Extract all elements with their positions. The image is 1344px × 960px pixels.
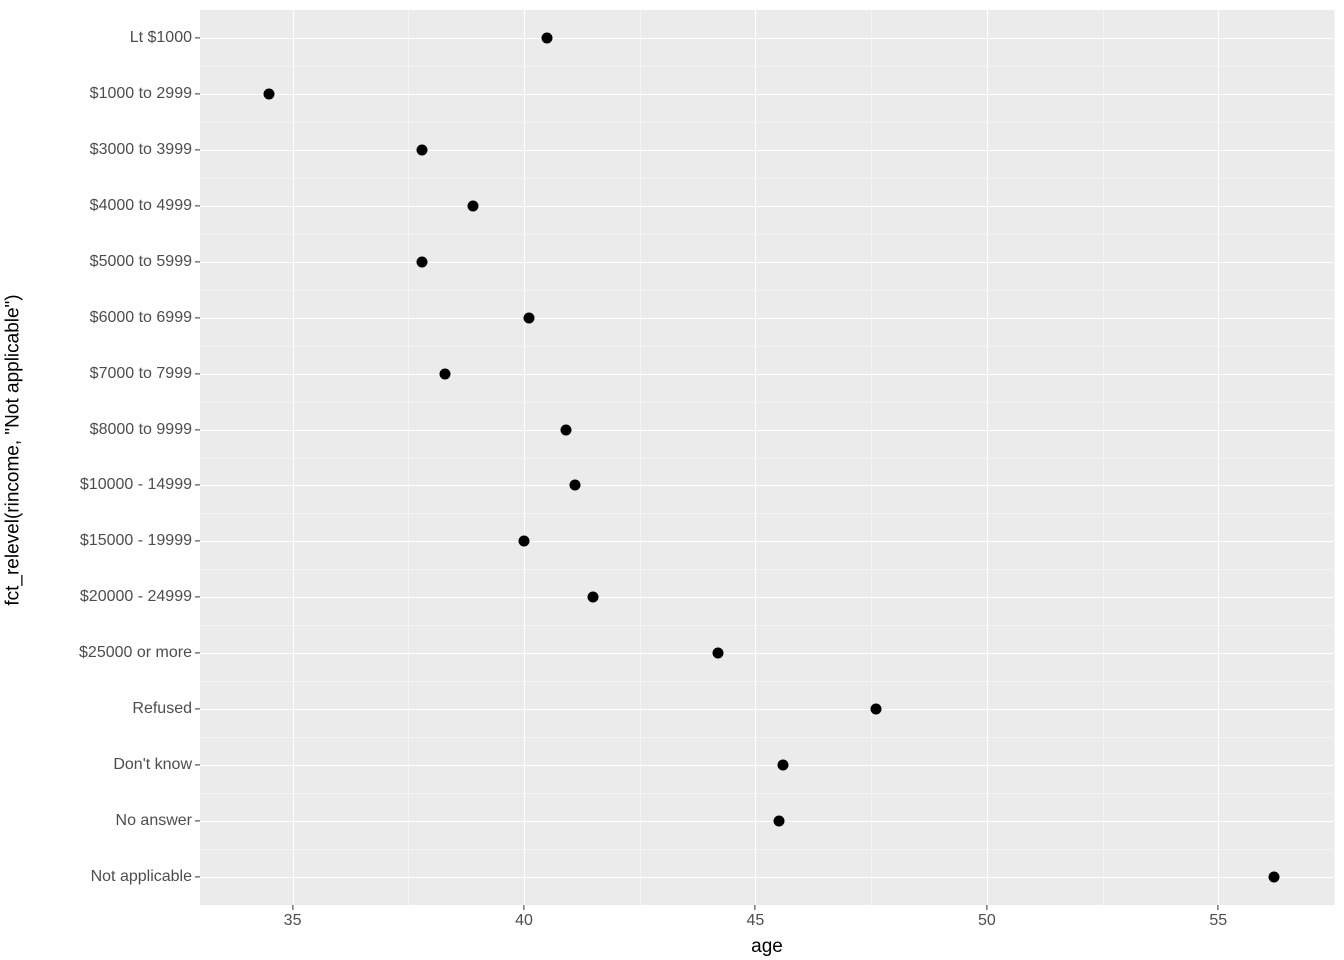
- grid-v-minor: [1334, 10, 1335, 905]
- data-point: [560, 424, 571, 435]
- y-tick-label: Lt $1000: [130, 29, 200, 47]
- data-point: [417, 144, 428, 155]
- y-tick-label: $5000 to 5999: [90, 253, 200, 271]
- y-tick-label: $3000 to 3999: [90, 141, 200, 159]
- grid-h-major: [200, 262, 1334, 263]
- data-point: [440, 368, 451, 379]
- x-axis-title: age: [200, 936, 1334, 958]
- grid-h-major: [200, 485, 1334, 486]
- grid-h-minor: [200, 513, 1334, 514]
- y-tick-label: $15000 - 19999: [80, 532, 200, 550]
- y-tick-label: $6000 to 6999: [90, 309, 200, 327]
- grid-h-major: [200, 430, 1334, 431]
- grid-h-minor: [200, 66, 1334, 67]
- grid-h-major: [200, 821, 1334, 822]
- grid-h-major: [200, 318, 1334, 319]
- grid-h-minor: [200, 737, 1334, 738]
- grid-h-minor: [200, 122, 1334, 123]
- data-point: [569, 480, 580, 491]
- grid-h-major: [200, 206, 1334, 207]
- y-tick-label: $10000 - 14999: [80, 476, 200, 494]
- grid-h-major: [200, 150, 1334, 151]
- y-tick-label: $8000 to 9999: [90, 421, 200, 439]
- grid-h-minor: [200, 290, 1334, 291]
- plot-area: 3540455055Lt $1000$1000 to 2999$3000 to …: [200, 10, 1334, 905]
- chart-container: fct_relevel(rincome, "Not applicable") 3…: [0, 0, 1344, 960]
- grid-h-minor: [200, 234, 1334, 235]
- grid-h-major: [200, 765, 1334, 766]
- y-tick-label: $1000 to 2999: [90, 85, 200, 103]
- grid-h-minor: [200, 178, 1334, 179]
- data-point: [519, 536, 530, 547]
- grid-h-minor: [200, 681, 1334, 682]
- grid-h-minor: [200, 849, 1334, 850]
- data-point: [468, 200, 479, 211]
- data-point: [1268, 872, 1279, 883]
- y-tick-label: No answer: [116, 812, 200, 830]
- grid-h-major: [200, 374, 1334, 375]
- data-point: [588, 592, 599, 603]
- data-point: [870, 704, 881, 715]
- x-tick-label: 40: [515, 905, 533, 930]
- data-point: [523, 312, 534, 323]
- x-tick-label: 35: [284, 905, 302, 930]
- grid-h-major: [200, 597, 1334, 598]
- data-point: [542, 32, 553, 43]
- grid-h-minor: [200, 346, 1334, 347]
- data-point: [417, 256, 428, 267]
- grid-h-major: [200, 94, 1334, 95]
- data-point: [264, 88, 275, 99]
- y-tick-label: $4000 to 4999: [90, 197, 200, 215]
- grid-h-minor: [200, 793, 1334, 794]
- y-axis-title: fct_relevel(rincome, "Not applicable"): [0, 0, 28, 900]
- y-tick-label: Don't know: [113, 756, 200, 774]
- data-point: [713, 648, 724, 659]
- grid-h-major: [200, 709, 1334, 710]
- grid-h-major: [200, 653, 1334, 654]
- y-tick-label: $25000 or more: [79, 644, 200, 662]
- grid-h-minor: [200, 402, 1334, 403]
- data-point: [773, 816, 784, 827]
- grid-h-minor: [200, 569, 1334, 570]
- data-point: [778, 760, 789, 771]
- y-tick-label: $7000 to 7999: [90, 365, 200, 383]
- y-tick-label: $20000 - 24999: [80, 588, 200, 606]
- grid-h-major: [200, 541, 1334, 542]
- grid-h-minor: [200, 625, 1334, 626]
- grid-h-major: [200, 38, 1334, 39]
- x-tick-label: 55: [1209, 905, 1227, 930]
- grid-h-minor: [200, 458, 1334, 459]
- y-tick-label: Refused: [132, 700, 200, 718]
- y-tick-label: Not applicable: [91, 868, 200, 886]
- x-tick-label: 45: [747, 905, 765, 930]
- x-tick-label: 50: [978, 905, 996, 930]
- grid-h-major: [200, 877, 1334, 878]
